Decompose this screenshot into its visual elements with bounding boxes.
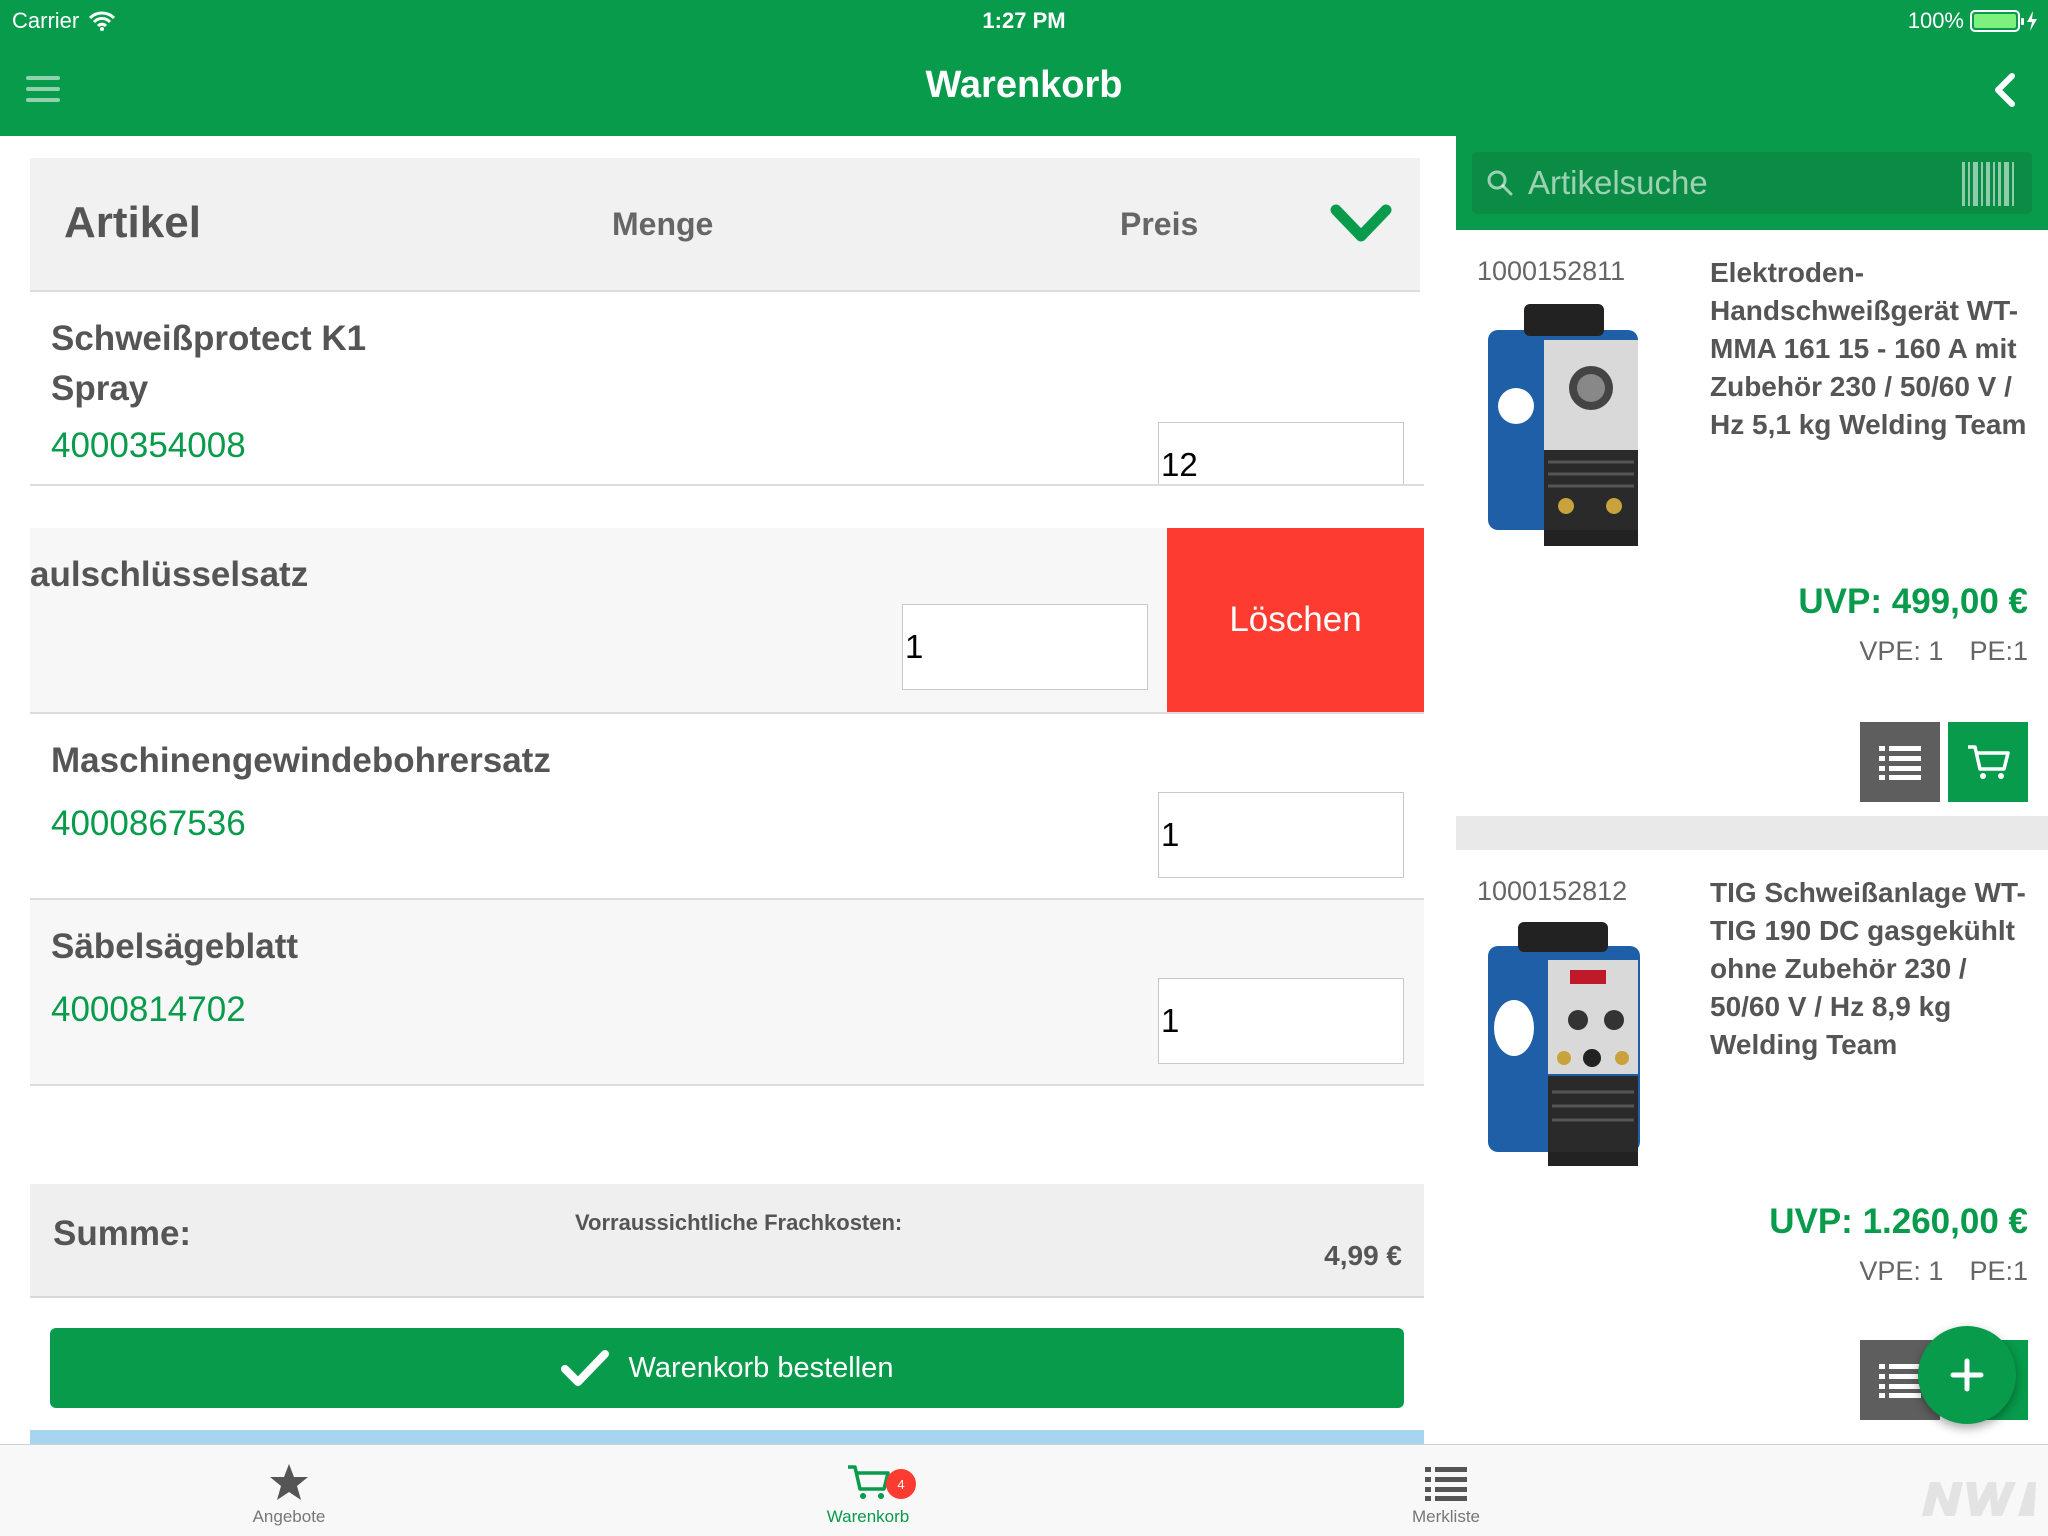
article-code: 4000814702 [51,990,246,1029]
product-article-number: 1000152812 [1477,876,1628,906]
delete-button[interactable]: Löschen [1167,528,1424,712]
welder-tig-image [1488,922,1640,1166]
add-to-cart-button[interactable] [1948,722,2028,802]
header-article: Artikel [64,198,201,247]
tab-label: Warenkorb [826,1507,910,1526]
summary-label: Summe: [53,1214,192,1253]
product-card[interactable]: 1000152811 Elektroden-Handschweißgerät W… [1456,230,2048,816]
article-code: 4000867536 [51,804,246,843]
checkmark-icon [560,1350,609,1386]
product-units: VPE: 1 PE:1 [1859,636,2028,667]
search-bar-container: Artikelsuche [1456,136,2048,230]
details-list-button[interactable] [1860,722,1940,802]
order-button-label: Warenkorb bestellen [628,1351,894,1384]
pe-label: PE:1 [1969,636,2028,666]
cart-row[interactable]: Schweißprotect K1 Spray 4000354008 [30,294,1424,486]
top-bar: Carrier 1:27 PM 100% Warenkorb [0,0,2048,136]
header-price: Preis [1120,206,1199,242]
barcode-icon[interactable] [1962,162,2014,206]
clock: 1:27 PM [982,8,1066,33]
freight-value: 4,99 € [1324,1240,1402,1271]
order-cart-button[interactable]: Warenkorb bestellen [50,1328,1404,1408]
article-name: Maschinengewindebohrersatz [51,741,551,780]
plus-icon [1950,1358,1984,1392]
chevron-down-icon[interactable] [1330,202,1392,246]
footer-strip [30,1430,1424,1444]
product-units: VPE: 1 PE:1 [1859,1256,2028,1287]
article-name: Säbelsägeblatt [51,927,299,966]
welder-mma-image [1488,304,1638,546]
battery-indicator: 100% [1908,8,2038,34]
list-icon [1425,1467,1467,1501]
article-name-line: Spray [51,369,149,408]
cart-summary: Summe: Vorraussichtliche Frachkosten: 4,… [30,1184,1424,1298]
product-price: UVP: 1.260,00 € [1769,1202,2028,1241]
battery-percent: 100% [1907,8,1964,33]
freight-label: Vorraussichtliche Frachkosten: [575,1210,903,1235]
header-quantity: Menge [612,206,714,242]
list-icon [1879,746,1921,780]
search-input[interactable]: Artikelsuche [1472,152,2032,214]
star-icon [270,1464,308,1500]
charging-icon [2027,11,2037,31]
quantity-input[interactable] [1158,422,1404,484]
quantity-input[interactable] [1158,978,1404,1064]
chevron-left-icon[interactable] [1990,72,2020,108]
tab-label: Merkliste [1411,1507,1480,1526]
quantity-input[interactable] [1158,792,1404,878]
tab-merkliste[interactable]: Merkliste [1346,1445,1546,1536]
list-icon [1879,1364,1921,1398]
cart-row[interactable]: Maschinengewindebohrersatz 4000867536 [30,714,1424,900]
vpe-label: VPE: 1 [1859,636,1944,666]
status-bar: Carrier 1:27 PM 100% [0,0,2048,40]
product-price: UVP: 499,00 € [1798,582,2028,621]
tab-bar: Angebote 4 Warenkorb Merkliste [0,1444,2048,1536]
vpe-label: VPE: 1 [1859,1256,1944,1286]
cart-icon [848,1465,890,1499]
pe-label: PE:1 [1969,1256,2028,1286]
cart-row[interactable]: Säbelsägeblatt 4000814702 [30,900,1424,1086]
search-placeholder: Artikelsuche [1528,164,1708,201]
product-article-number: 1000152811 [1477,256,1626,286]
page-title: Warenkorb [925,64,1123,106]
product-title: Elektroden-Handschweißgerät WT-MMA 161 1… [1710,257,2027,440]
add-fab-button[interactable] [1918,1326,2016,1424]
cart-count-badge: 4 [886,1469,916,1499]
cart-table-header: Artikel Menge Preis [30,158,1420,292]
product-title: TIG Schweißanlage WT-TIG 190 DC gasgeküh… [1710,877,2026,1060]
search-icon [1487,170,1513,196]
article-name: aulschlüsselsatz [30,555,309,594]
article-name-line: Schweißprotect K1 [51,319,367,358]
article-code: 4000354008 [51,426,246,465]
tab-angebote[interactable]: Angebote [189,1445,389,1536]
battery-icon [1970,10,2024,32]
article-name: Schweißprotect K1 Spray [51,314,366,414]
quantity-input[interactable] [902,604,1148,690]
tab-label: Angebote [252,1507,326,1526]
product-panel: Artikelsuche 1000152811 Elektroden-Hands… [1456,136,2048,1444]
cart-row-swiped[interactable]: aulschlüsselsatz Löschen [30,528,1424,714]
cart-icon [1968,745,2010,779]
tab-warenkorb[interactable]: 4 Warenkorb [768,1445,968,1536]
brand-logo [1922,1482,2036,1516]
